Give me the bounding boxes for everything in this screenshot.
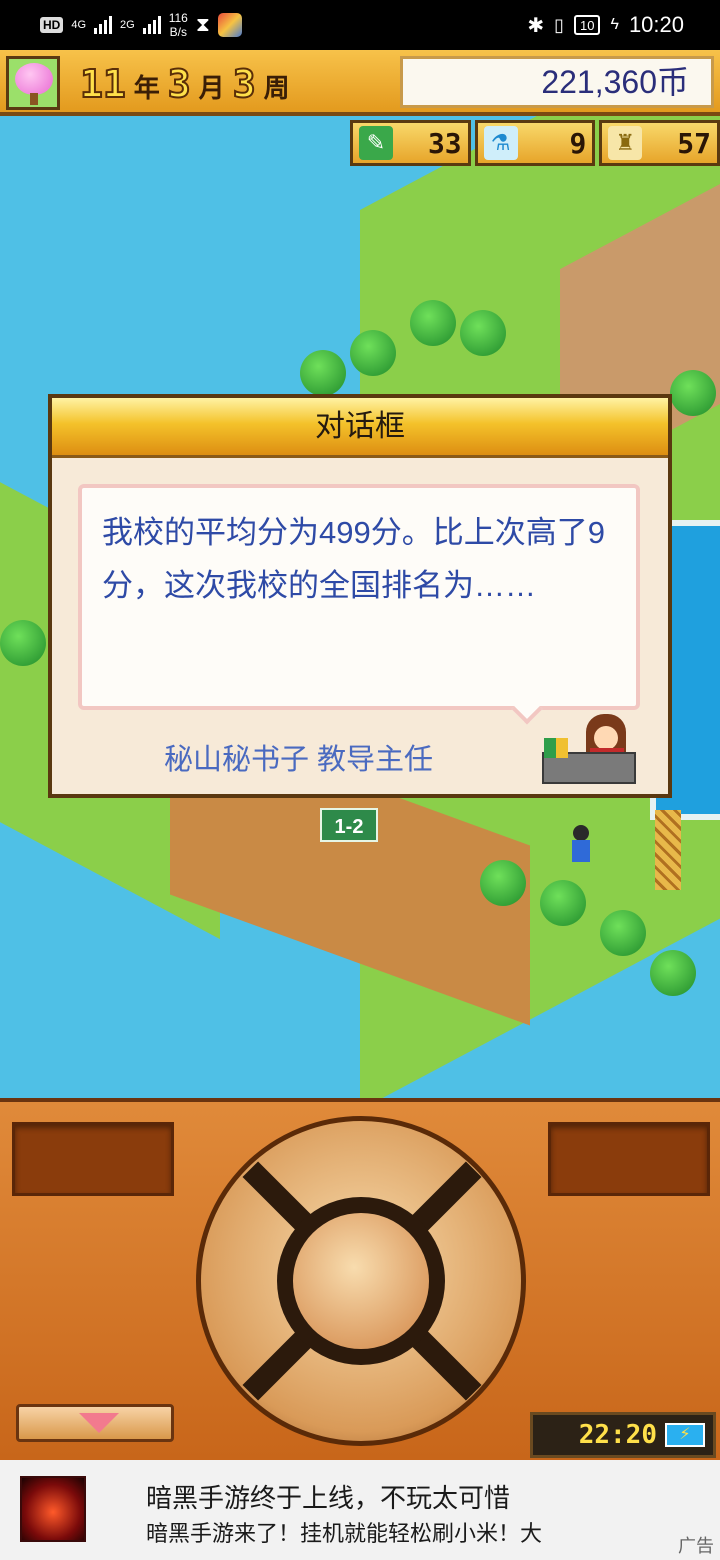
tree-icon bbox=[0, 620, 46, 666]
dialog-titlebar: 对话框 bbox=[52, 398, 668, 458]
dialog-speech-bubble: 我校的平均分为499分。比上次高了9分，这次我校的全国排名为…… bbox=[78, 484, 640, 710]
app-notification-icon bbox=[217, 13, 242, 37]
ad-title[interactable]: 暗黑手游终于上线，不玩太可惜 bbox=[146, 1478, 510, 1515]
resource-trophy-points: ♜ 57 bbox=[599, 120, 720, 166]
dpad-center-button[interactable] bbox=[293, 1213, 429, 1349]
secretary-portrait bbox=[542, 714, 636, 786]
status-left: HD 4G 2G 116 B/s ⧗ bbox=[40, 0, 242, 50]
ad-subtitle[interactable]: 暗黑手游来了！挂机就能轻松刷小米！大 bbox=[146, 1516, 542, 1548]
tree-icon bbox=[350, 330, 396, 376]
year-value: 11 bbox=[79, 61, 127, 107]
resource-bar: ✎ 33 ⚗ 9 ♜ 57 bbox=[350, 120, 720, 166]
tree-icon bbox=[460, 310, 506, 356]
trophy-points-value: 57 bbox=[677, 126, 712, 160]
week-value: 3 bbox=[232, 61, 257, 107]
status-right: ✱ ▯ 10 ϟ 10:20 bbox=[527, 0, 684, 50]
ad-label: 广告 bbox=[678, 1536, 714, 1556]
game-date: 11 年 3 月 3 周 bbox=[79, 61, 290, 107]
ad-banner[interactable]: 暗黑手游终于上线，不玩太可惜 暗黑手游来了！挂机就能轻松刷小米！大 广告 bbox=[0, 1460, 720, 1560]
clock-time: 22:20 bbox=[578, 1420, 657, 1450]
dialog-speaker-name: 秘山秘书子 教导主任 bbox=[164, 744, 434, 776]
month-unit: 月 bbox=[198, 73, 225, 103]
tree-icon bbox=[600, 910, 646, 956]
week-unit: 周 bbox=[263, 73, 290, 103]
ad-thumbnail[interactable] bbox=[20, 1476, 86, 1542]
right-action-button[interactable] bbox=[548, 1122, 710, 1196]
hd-badge: HD bbox=[40, 17, 64, 33]
pencil-icon: ✎ bbox=[359, 126, 393, 160]
classroom-sign: 1-2 bbox=[320, 808, 378, 842]
status-bar: HD 4G 2G 116 B/s ⧗ ✱ ▯ 10 ϟ 10:20 bbox=[0, 0, 720, 50]
dialog-box[interactable]: 对话框 我校的平均分为499分。比上次高了9分，这次我校的全国排名为…… 秘山秘… bbox=[48, 394, 672, 798]
charging-icon: ϟ bbox=[610, 16, 619, 33]
year-unit: 年 bbox=[133, 73, 160, 103]
dialog-message: 我校的平均分为499分。比上次高了9分，这次我校的全国排名为…… bbox=[102, 515, 605, 603]
tree-icon bbox=[410, 300, 456, 346]
triangle-down-icon bbox=[79, 1413, 119, 1433]
battery-bolt-icon: ⚡ bbox=[665, 1423, 705, 1447]
left-action-button[interactable] bbox=[12, 1122, 174, 1196]
resource-research-points: ⚗ 9 bbox=[474, 120, 596, 166]
top-hud: 11 年 3 月 3 周 221,360币 bbox=[0, 50, 720, 116]
network-2g-label: 2G bbox=[120, 19, 135, 31]
student-sprite[interactable] bbox=[570, 825, 592, 865]
controller-panel: 22:20 ⚡ bbox=[0, 1098, 720, 1460]
tree-icon bbox=[670, 370, 716, 416]
direction-pad[interactable] bbox=[196, 1116, 526, 1446]
hourglass-icon: ⧗ bbox=[195, 13, 210, 36]
network-4g-label: 4G bbox=[71, 19, 87, 31]
tree-icon bbox=[300, 350, 346, 396]
tree-icon bbox=[650, 950, 696, 996]
money-display: 221,360币 bbox=[400, 56, 714, 108]
research-points-value: 9 bbox=[569, 126, 587, 160]
dialog-title: 对话框 bbox=[315, 410, 405, 443]
tree-icon bbox=[480, 860, 526, 906]
month-value: 3 bbox=[167, 61, 192, 107]
season-tree-icon[interactable] bbox=[6, 56, 60, 110]
speed-value: 116 bbox=[168, 11, 188, 25]
game-clock: 22:20 ⚡ bbox=[530, 1412, 716, 1458]
flask-icon: ⚗ bbox=[483, 126, 518, 160]
menu-toggle-button[interactable] bbox=[16, 1404, 174, 1442]
resource-study-points: ✎ 33 bbox=[350, 120, 471, 166]
signal-icon bbox=[94, 16, 113, 34]
bluetooth-icon: ✱ bbox=[527, 14, 545, 37]
status-time: 10:20 bbox=[628, 12, 684, 37]
speed-unit: B/s bbox=[169, 25, 187, 39]
study-points-value: 33 bbox=[427, 126, 462, 160]
vibrate-icon: ▯ bbox=[554, 14, 564, 35]
giraffe-statue bbox=[655, 810, 681, 890]
trophy-icon: ♜ bbox=[608, 126, 643, 160]
network-speed: 116 B/s bbox=[169, 11, 188, 39]
signal-icon-2 bbox=[142, 16, 161, 34]
tree-icon bbox=[540, 880, 586, 926]
battery-icon: 10 bbox=[574, 15, 601, 35]
